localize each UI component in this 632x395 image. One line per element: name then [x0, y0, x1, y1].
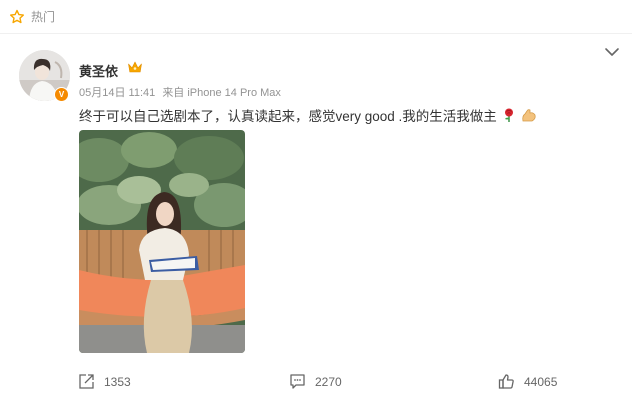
- post-text: 终于可以自己选剧本了，认真读起来，感觉very good .我的生活我做主: [79, 109, 497, 124]
- crown-icon: [128, 61, 142, 73]
- comment-count: 2270: [315, 374, 342, 389]
- comment-icon: [290, 374, 305, 389]
- repost-count: 1353: [104, 374, 131, 389]
- post-content: 终于可以自己选剧本了，认真读起来，感觉very good .我的生活我做主: [79, 105, 537, 125]
- post-timestamp[interactable]: 05月14日 11:41: [79, 87, 155, 99]
- author-avatar[interactable]: V: [19, 50, 70, 102]
- hot-section-header: 热门: [0, 0, 632, 33]
- star-icon: [10, 9, 24, 23]
- post-photo: [79, 130, 245, 353]
- flexed-biceps-icon: [522, 109, 536, 122]
- rose-icon: [504, 108, 513, 122]
- like-count: 44065: [524, 374, 558, 389]
- like-button[interactable]: 44065: [498, 373, 557, 390]
- post-image[interactable]: [79, 130, 245, 353]
- repost-button[interactable]: 1353: [78, 373, 131, 390]
- repost-icon: [79, 374, 94, 389]
- chevron-down-icon[interactable]: [604, 46, 620, 58]
- verified-badge: V: [54, 87, 69, 102]
- post-source: 来自 iPhone 14 Pro Max: [162, 87, 281, 99]
- author-name[interactable]: 黄圣依: [79, 61, 118, 80]
- comment-button[interactable]: 2270: [289, 373, 342, 390]
- hot-label: 热门: [31, 10, 56, 24]
- post-meta: 05月14日 11:41 来自 iPhone 14 Pro Max: [79, 84, 285, 100]
- thumbs-up-icon: [498, 374, 514, 389]
- header-divider: [0, 33, 632, 34]
